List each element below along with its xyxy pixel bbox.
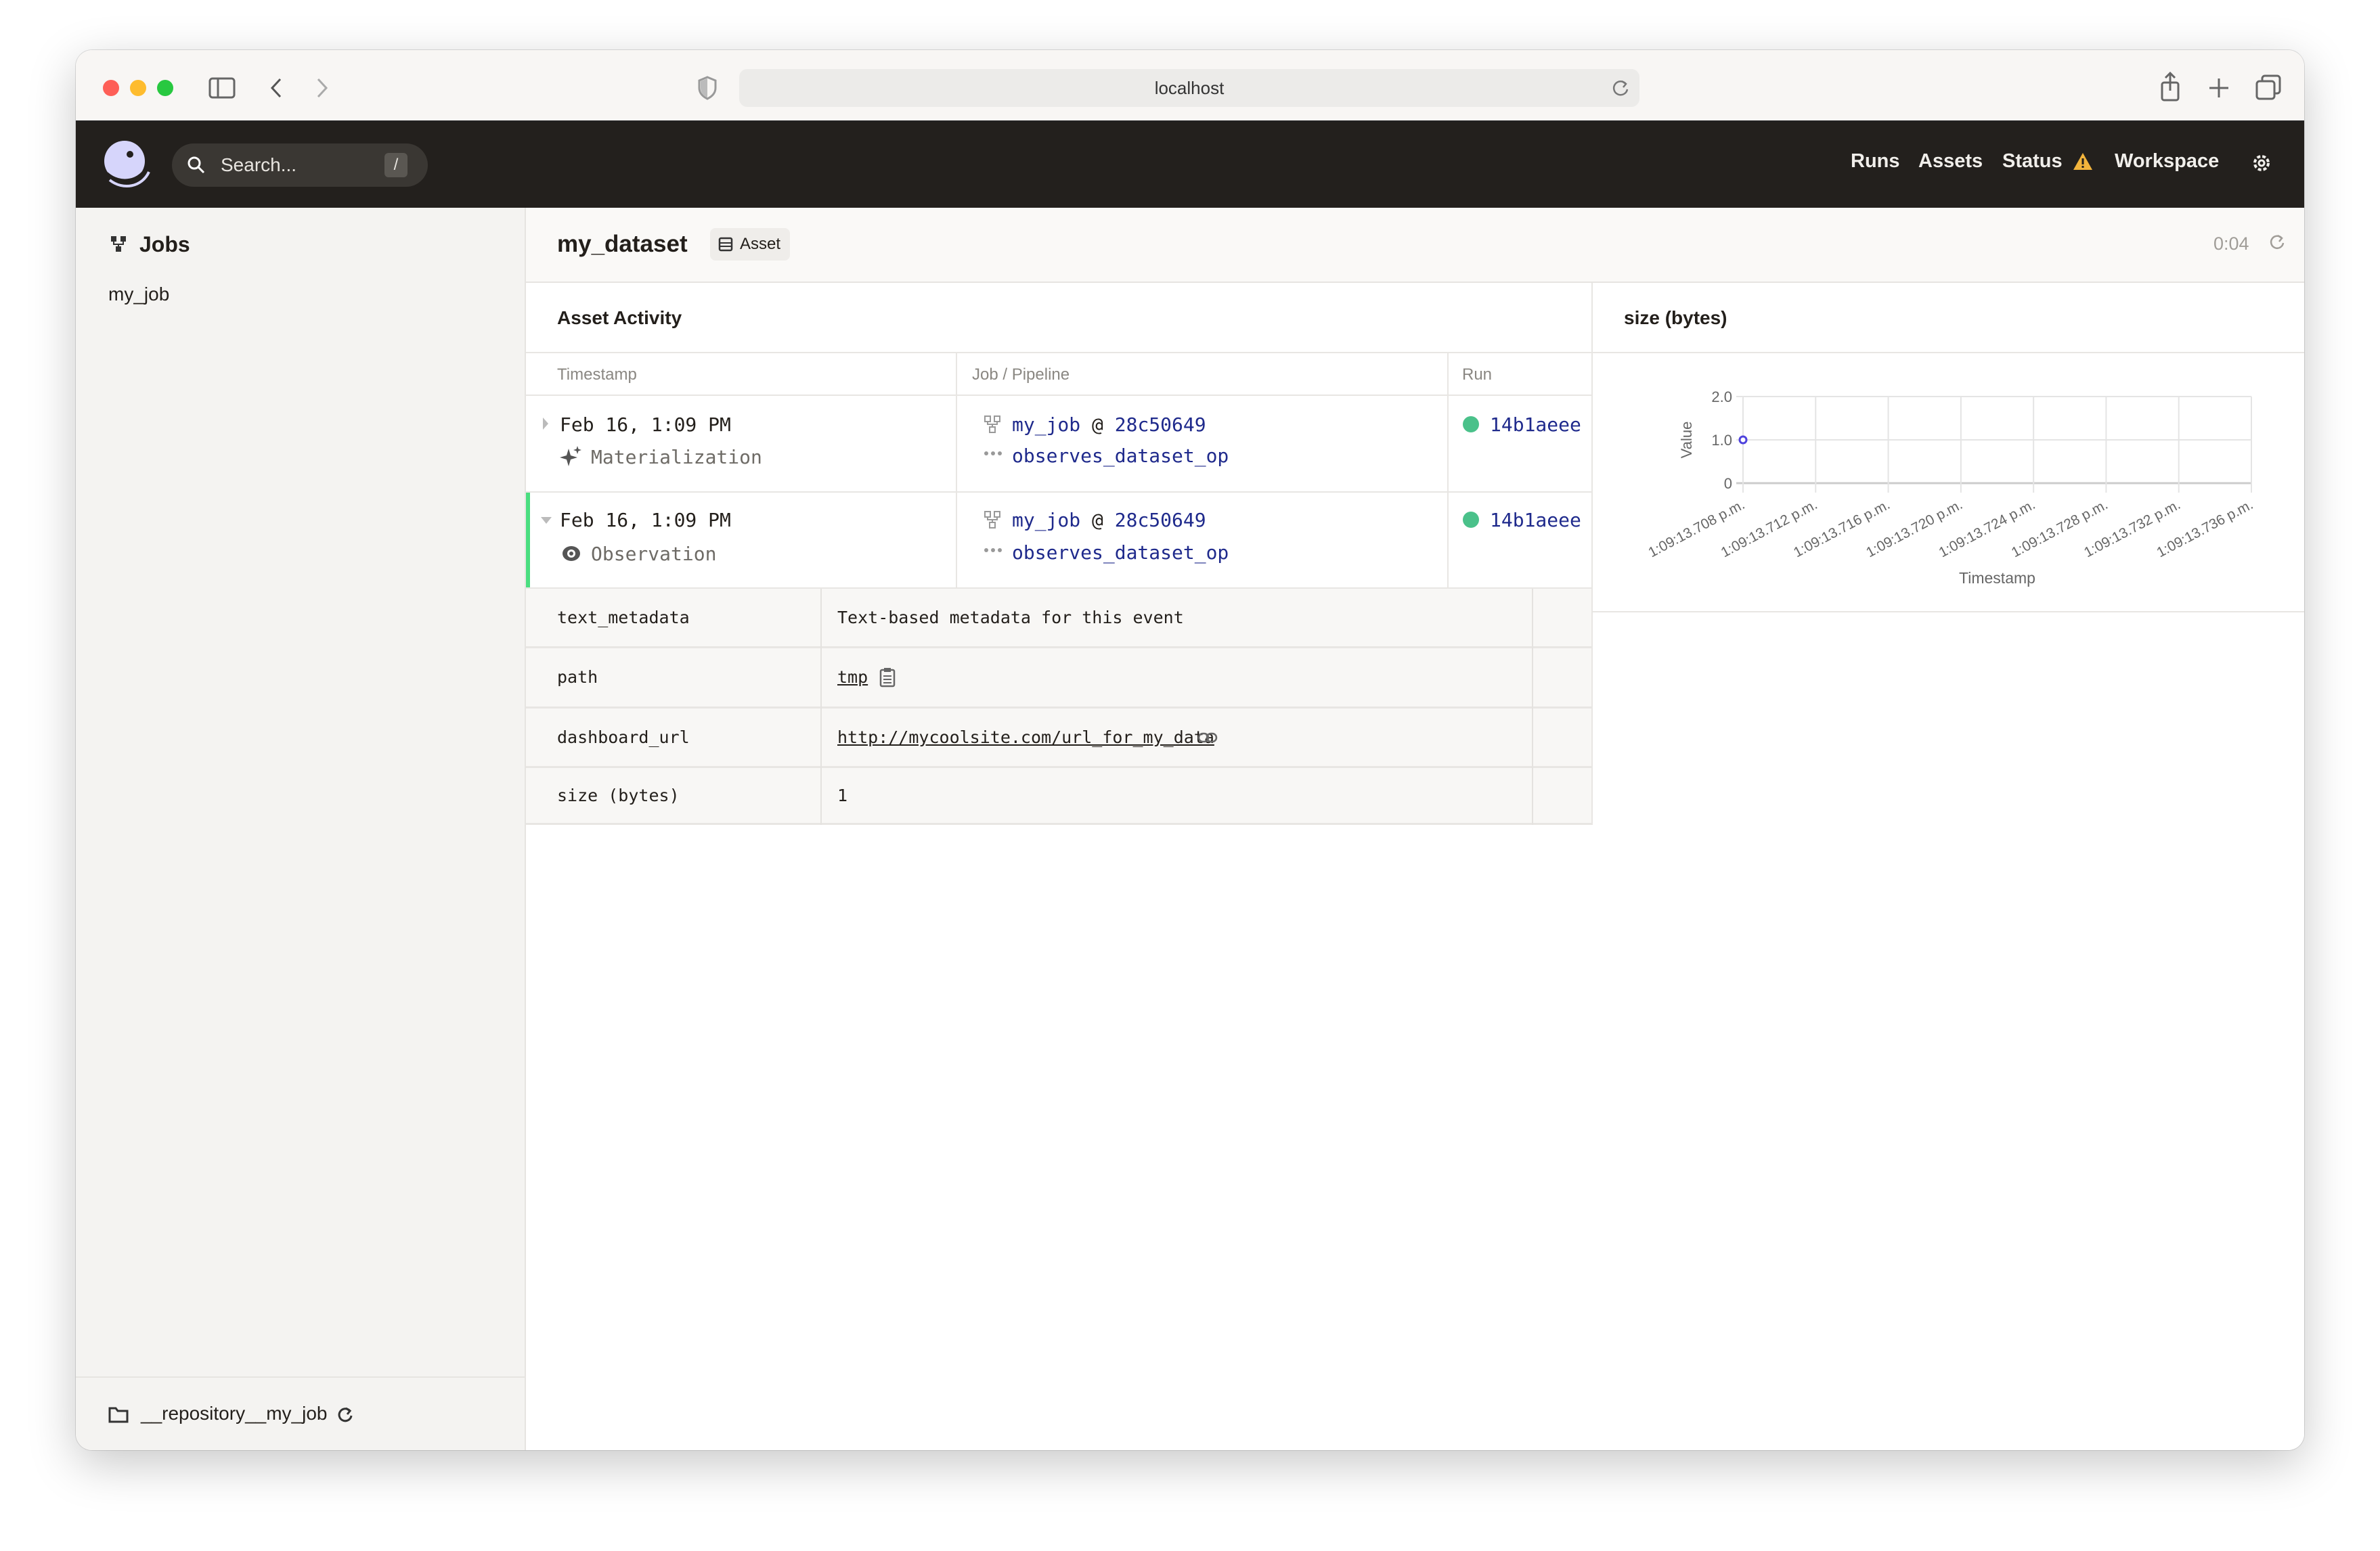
nav-status[interactable]: Status <box>2002 150 2063 173</box>
sidebar-toggle-icon[interactable] <box>208 77 236 99</box>
expand-chevron-icon[interactable] <box>541 416 550 431</box>
column-job-pipeline: Job / Pipeline <box>972 365 1070 384</box>
materialization-sparkle-icon <box>560 446 581 466</box>
y-tick-label: 2.0 <box>1711 388 1732 405</box>
job-link[interactable]: my_job <box>1012 413 1080 436</box>
metadata-key: size (bytes) <box>557 786 680 805</box>
data-point <box>1738 435 1748 445</box>
metadata-row: path tmp <box>526 648 1593 709</box>
new-tab-icon[interactable] <box>2208 77 2230 99</box>
search-shortcut-badge: / <box>384 153 407 177</box>
sidebar-footer-divider <box>76 1376 526 1378</box>
forward-icon[interactable] <box>314 77 330 99</box>
asset-activity-panel: Asset Activity Timestamp Job / Pipeline … <box>526 283 1593 825</box>
warning-icon <box>2073 153 2092 170</box>
refresh-icon[interactable] <box>2268 233 2286 251</box>
nav-assets[interactable]: Assets <box>1918 150 1983 173</box>
metadata-row: size (bytes) 1 <box>526 768 1593 825</box>
metadata-url-link[interactable]: http://mycoolsite.com/url_for_my_data <box>837 727 1214 747</box>
asset-table-icon <box>718 237 733 252</box>
metadata-value: 1 <box>837 786 848 805</box>
settings-gear-icon[interactable] <box>2251 153 2272 173</box>
asset-activity-title: Asset Activity <box>557 307 682 328</box>
snapshot-link[interactable]: 28c50649 <box>1115 413 1206 436</box>
dagster-logo-icon[interactable] <box>100 138 152 189</box>
op-link[interactable]: observes_dataset_op <box>1012 541 1229 564</box>
event-timestamp[interactable]: Feb 16, 1:09 PM <box>560 509 731 531</box>
back-icon[interactable] <box>268 77 284 99</box>
folder-icon <box>108 1407 129 1423</box>
observation-eye-icon <box>563 546 580 561</box>
repository-name[interactable]: __repository__my_job <box>141 1403 328 1424</box>
metadata-row: dashboard_url http://mycoolsite.com/url_… <box>526 709 1593 768</box>
column-run: Run <box>1462 365 1493 384</box>
minimize-window-button[interactable] <box>130 80 146 96</box>
reload-icon[interactable] <box>1611 78 1630 97</box>
link-icon[interactable] <box>1197 732 1218 744</box>
browser-titlebar: localhost <box>76 50 2304 122</box>
event-timestamp[interactable]: Feb 16, 1:09 PM <box>560 413 731 436</box>
metadata-key: dashboard_url <box>557 727 690 747</box>
maximize-window-button[interactable] <box>157 80 173 96</box>
asset-badge-label: Asset <box>740 235 781 253</box>
activity-row-expanded[interactable]: Feb 16, 1:09 PM Observation my_job @ 28c… <box>526 493 1593 587</box>
close-window-button[interactable] <box>103 80 119 96</box>
metadata-key: text_metadata <box>557 608 690 627</box>
copy-clipboard-icon[interactable] <box>879 667 896 688</box>
search-icon <box>188 156 205 174</box>
address-bar[interactable]: localhost <box>739 69 1639 107</box>
at-symbol: @ <box>1092 413 1103 436</box>
reload-repository-icon[interactable] <box>336 1406 355 1424</box>
run-status-dot <box>1463 416 1479 432</box>
search-input[interactable]: Search... / <box>172 143 428 187</box>
page-title: my_dataset <box>557 231 688 257</box>
nav-runs[interactable]: Runs <box>1851 150 1900 173</box>
shield-icon <box>698 76 717 100</box>
activity-row[interactable]: Feb 16, 1:09 PM Materialization my_job @… <box>526 396 1593 491</box>
collapse-chevron-icon[interactable] <box>539 516 553 525</box>
url-text: localhost <box>1154 78 1225 98</box>
job-icon <box>984 511 1000 529</box>
y-tick-label: 1.0 <box>1711 432 1732 449</box>
tabs-overview-icon[interactable] <box>2255 74 2281 100</box>
column-timestamp: Timestamp <box>557 365 637 384</box>
nav-workspace[interactable]: Workspace <box>2115 150 2219 173</box>
at-symbol: @ <box>1092 509 1103 531</box>
event-type: Materialization <box>591 446 762 468</box>
event-type: Observation <box>591 543 717 565</box>
op-link[interactable]: observes_dataset_op <box>1012 445 1229 467</box>
snapshot-link[interactable]: 28c50649 <box>1115 509 1206 531</box>
metadata-value: Text-based metadata for this event <box>837 608 1184 627</box>
sidebar-item-my-job[interactable]: my_job <box>108 284 169 305</box>
refresh-timer: 0:04 <box>2213 233 2249 254</box>
chart-title: size (bytes) <box>1624 307 1727 328</box>
sidebar: Jobs my_job __repository__my_job <box>76 208 526 1450</box>
op-icon <box>984 548 1002 552</box>
chart-panel: size (bytes) 0 1.0 2.0 1:09:13.708 p.m. 1:09… <box>1593 283 2304 612</box>
metadata-row: text_metadata Text-based metadata for th… <box>526 589 1593 648</box>
run-status-dot <box>1463 512 1479 528</box>
y-tick-label: 0 <box>1724 475 1732 492</box>
asset-badge: Asset <box>710 228 791 261</box>
job-link[interactable]: my_job <box>1012 509 1080 531</box>
search-placeholder: Search... <box>221 154 297 175</box>
browser-window: localhost Search... / Runs Assets Status… <box>76 50 2304 1450</box>
x-axis-label: Timestamp <box>1959 569 2035 587</box>
metadata-path-value[interactable]: tmp <box>837 667 868 687</box>
size-chart: 01.02.01:09:13.708 p.m.1:09:13.712 p.m.1… <box>1646 388 2255 587</box>
run-link[interactable]: 14b1aeee <box>1490 413 1581 436</box>
job-icon <box>111 236 126 252</box>
metadata-key: path <box>557 667 598 687</box>
op-icon <box>984 451 1002 455</box>
top-navigation: Search... / Runs Assets Status Workspace <box>76 122 2304 208</box>
activity-table-header: Timestamp Job / Pipeline Run <box>526 353 1593 396</box>
job-icon <box>984 415 1000 433</box>
sidebar-section-title: Jobs <box>139 232 190 256</box>
run-link[interactable]: 14b1aeee <box>1490 509 1581 531</box>
main-content: my_dataset Asset 0:04 Asset Activity Tim… <box>526 208 2304 1450</box>
y-axis-label: Value <box>1678 422 1695 459</box>
page-header: my_dataset Asset 0:04 <box>526 208 2304 283</box>
share-icon[interactable] <box>2159 72 2181 102</box>
